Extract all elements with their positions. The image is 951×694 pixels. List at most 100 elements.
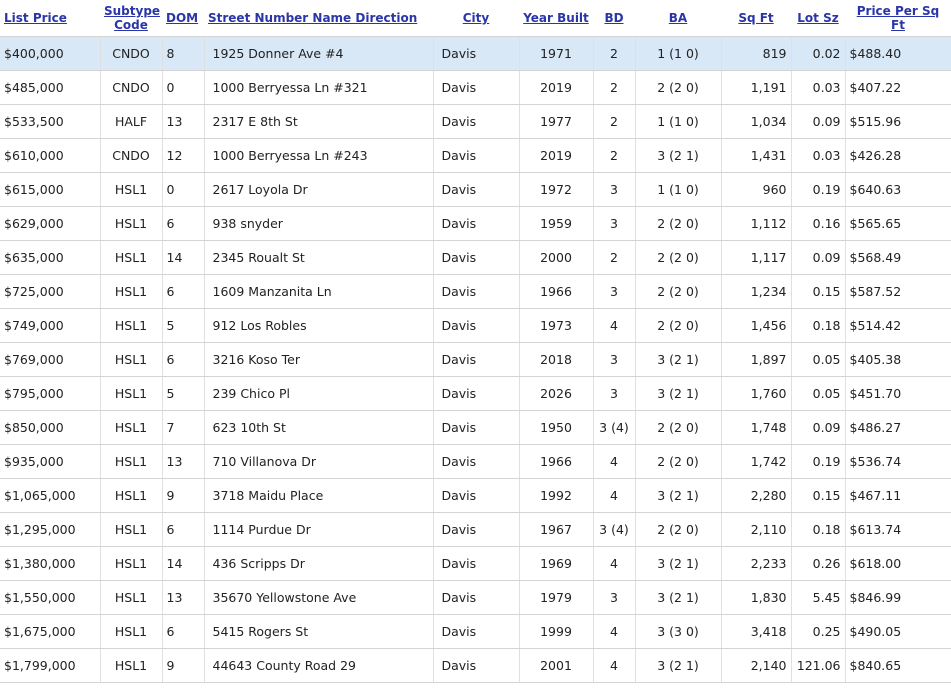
cell-street-address: 5415 Rogers St bbox=[204, 614, 434, 649]
cell-year-built: 2026 bbox=[519, 376, 594, 411]
table-row[interactable]: $769,000 HSL1 6 3216 Koso Ter Davis 2018 3 3 (2… bbox=[0, 342, 951, 377]
cell-street-address: 1000 Berryessa Ln #243 bbox=[204, 138, 434, 173]
cell-subtype-code: CNDO bbox=[100, 138, 163, 173]
cell-city: Davis bbox=[433, 36, 520, 71]
column-header-sq-ft[interactable]: Sq Ft bbox=[721, 0, 791, 37]
cell-price-per-sq-ft: $587.52 bbox=[845, 274, 951, 309]
cell-sq-ft: 2,233 bbox=[721, 546, 792, 581]
cell-list-price: $795,000 bbox=[0, 376, 101, 411]
cell-ba: 3 (2 1) bbox=[635, 342, 722, 377]
cell-year-built: 2018 bbox=[519, 342, 594, 377]
cell-bd: 3 bbox=[593, 206, 636, 241]
cell-bd: 2 bbox=[593, 70, 636, 105]
table-row[interactable]: $850,000 HSL1 7 623 10th St Davis 1950 3 (4) 2 … bbox=[0, 410, 951, 445]
column-header-street-address[interactable]: Street Number Name Direction bbox=[204, 0, 433, 37]
cell-list-price: $1,380,000 bbox=[0, 546, 101, 581]
column-header-dom[interactable]: DOM bbox=[162, 0, 204, 37]
table-row[interactable]: $400,000 CNDO 8 1925 Donner Ave #4 Davis 1971… bbox=[0, 36, 951, 71]
cell-subtype-code: HSL1 bbox=[100, 614, 163, 649]
column-header-list-price[interactable]: List Price bbox=[0, 0, 100, 37]
cell-bd: 3 bbox=[593, 580, 636, 615]
cell-ba: 2 (2 0) bbox=[635, 308, 722, 343]
table-row[interactable]: $635,000 HSL1 14 2345 Roualt St Davis 2000 2 2 … bbox=[0, 240, 951, 275]
column-header-year-built[interactable]: Year Built bbox=[519, 0, 593, 37]
table-row[interactable]: $533,500 HALF 13 2317 E 8th St Davis 1977 2 1 (… bbox=[0, 104, 951, 139]
column-header-ba[interactable]: BA bbox=[635, 0, 721, 37]
cell-price-per-sq-ft: $405.38 bbox=[845, 342, 951, 377]
cell-sq-ft: 1,034 bbox=[721, 104, 792, 139]
table-row[interactable]: $485,000 CNDO 0 1000 Berryessa Ln #321 Davis… bbox=[0, 70, 951, 105]
cell-lot-sz: 0.09 bbox=[791, 240, 846, 275]
cell-lot-sz: 0.05 bbox=[791, 376, 846, 411]
cell-bd: 2 bbox=[593, 138, 636, 173]
cell-dom: 6 bbox=[162, 512, 205, 547]
cell-lot-sz: 0.26 bbox=[791, 546, 846, 581]
cell-street-address: 1000 Berryessa Ln #321 bbox=[204, 70, 434, 105]
cell-year-built: 1992 bbox=[519, 478, 594, 513]
cell-sq-ft: 1,112 bbox=[721, 206, 792, 241]
table-row[interactable]: $1,380,000 HSL1 14 436 Scripps Dr Davis 1969 4… bbox=[0, 546, 951, 581]
cell-street-address: 1114 Purdue Dr bbox=[204, 512, 434, 547]
cell-year-built: 2019 bbox=[519, 138, 594, 173]
column-header-lot-sz[interactable]: Lot Sz bbox=[791, 0, 845, 37]
table-row[interactable]: $935,000 HSL1 13 710 Villanova Dr Davis 1966 4… bbox=[0, 444, 951, 479]
cell-list-price: $400,000 bbox=[0, 36, 101, 71]
cell-dom: 9 bbox=[162, 478, 205, 513]
column-header-bd[interactable]: BD bbox=[593, 0, 635, 37]
cell-street-address: 3718 Maidu Place bbox=[204, 478, 434, 513]
cell-street-address: 239 Chico Pl bbox=[204, 376, 434, 411]
cell-street-address: 44643 County Road 29 bbox=[204, 648, 434, 683]
table-row[interactable]: $1,799,000 HSL1 9 44643 County Road 29 Davis… bbox=[0, 648, 951, 683]
table-row[interactable]: $795,000 HSL1 5 239 Chico Pl Davis 2026 3 3 (2 … bbox=[0, 376, 951, 411]
cell-ba: 2 (2 0) bbox=[635, 274, 722, 309]
cell-list-price: $1,799,000 bbox=[0, 648, 101, 683]
cell-sq-ft: 1,234 bbox=[721, 274, 792, 309]
listings-table: List Price Subtype Code DOM Street Number N… bbox=[0, 0, 951, 683]
cell-lot-sz: 0.19 bbox=[791, 172, 846, 207]
cell-dom: 8 bbox=[162, 36, 205, 71]
cell-city: Davis bbox=[433, 240, 520, 275]
cell-year-built: 1972 bbox=[519, 172, 594, 207]
cell-subtype-code: HSL1 bbox=[100, 308, 163, 343]
cell-bd: 4 bbox=[593, 444, 636, 479]
column-header-subtype-code[interactable]: Subtype Code bbox=[100, 0, 162, 37]
table-row[interactable]: $1,675,000 HSL1 6 5415 Rogers St Davis 1999 4 3… bbox=[0, 614, 951, 649]
table-row[interactable]: $610,000 CNDO 12 1000 Berryessa Ln #243 Davi… bbox=[0, 138, 951, 173]
table-row[interactable]: $749,000 HSL1 5 912 Los Robles Davis 1973 4 2 (… bbox=[0, 308, 951, 343]
cell-price-per-sq-ft: $613.74 bbox=[845, 512, 951, 547]
cell-list-price: $725,000 bbox=[0, 274, 101, 309]
cell-bd: 2 bbox=[593, 36, 636, 71]
cell-price-per-sq-ft: $568.49 bbox=[845, 240, 951, 275]
cell-year-built: 1971 bbox=[519, 36, 594, 71]
cell-sq-ft: 1,760 bbox=[721, 376, 792, 411]
cell-street-address: 938 snyder bbox=[204, 206, 434, 241]
cell-street-address: 436 Scripps Dr bbox=[204, 546, 434, 581]
cell-ba: 2 (2 0) bbox=[635, 240, 722, 275]
cell-dom: 13 bbox=[162, 104, 205, 139]
cell-dom: 12 bbox=[162, 138, 205, 173]
cell-city: Davis bbox=[433, 274, 520, 309]
column-header-city[interactable]: City bbox=[433, 0, 519, 37]
table-row[interactable]: $1,065,000 HSL1 9 3718 Maidu Place Davis 1992… bbox=[0, 478, 951, 513]
cell-year-built: 1973 bbox=[519, 308, 594, 343]
table-row[interactable]: $629,000 HSL1 6 938 snyder Davis 1959 3 2 (2 0)… bbox=[0, 206, 951, 241]
table-row[interactable]: $1,550,000 HSL1 13 35670 Yellowstone Ave Dav… bbox=[0, 580, 951, 615]
cell-list-price: $1,295,000 bbox=[0, 512, 101, 547]
table-row[interactable]: $615,000 HSL1 0 2617 Loyola Dr Davis 1972 3 1 (… bbox=[0, 172, 951, 207]
cell-city: Davis bbox=[433, 342, 520, 377]
cell-bd: 2 bbox=[593, 240, 636, 275]
cell-sq-ft: 1,748 bbox=[721, 410, 792, 445]
cell-bd: 4 bbox=[593, 478, 636, 513]
column-header-price-per-sq-ft[interactable]: Price Per Sq Ft bbox=[845, 0, 951, 37]
cell-list-price: $533,500 bbox=[0, 104, 101, 139]
cell-ba: 1 (1 0) bbox=[635, 104, 722, 139]
cell-bd: 3 (4) bbox=[593, 512, 636, 547]
cell-bd: 4 bbox=[593, 614, 636, 649]
table-row[interactable]: $725,000 HSL1 6 1609 Manzanita Ln Davis 1966 3… bbox=[0, 274, 951, 309]
cell-lot-sz: 0.05 bbox=[791, 342, 846, 377]
cell-sq-ft: 1,191 bbox=[721, 70, 792, 105]
cell-price-per-sq-ft: $514.42 bbox=[845, 308, 951, 343]
table-row[interactable]: $1,295,000 HSL1 6 1114 Purdue Dr Davis 1967 3 … bbox=[0, 512, 951, 547]
cell-subtype-code: HSL1 bbox=[100, 172, 163, 207]
cell-city: Davis bbox=[433, 70, 520, 105]
